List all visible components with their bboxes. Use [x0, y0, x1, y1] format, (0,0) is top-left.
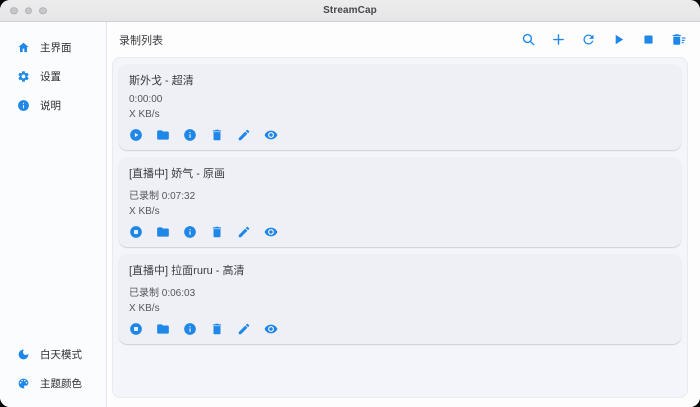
sidebar-item-main[interactable]: 主界面: [0, 33, 106, 62]
preview-button[interactable]: [264, 225, 278, 239]
sidebar-item-label: 设置: [40, 71, 61, 83]
info-circle-icon: [184, 129, 196, 141]
info-button[interactable]: [183, 225, 197, 239]
main-header: 录制列表: [107, 22, 700, 57]
traffic-lights: [10, 6, 47, 15]
recording-card: [直播中] 拉面ruru - 高清 已录制 0:06:03 X KB/s: [119, 254, 681, 344]
folder-icon: [157, 324, 169, 334]
search-button[interactable]: [521, 32, 536, 47]
stop-circle-icon: [130, 323, 142, 335]
sidebar-top: 主界面 设置 说明: [0, 33, 106, 120]
stop-record-button[interactable]: [129, 322, 143, 336]
page-title: 录制列表: [119, 34, 163, 47]
info-circle-icon: [184, 323, 196, 335]
card-actions: [129, 128, 671, 142]
app-window: StreamCap 主界面 设置 说明 白天模式 主题颜色 录制列表 斯外戈 -…: [0, 0, 700, 407]
card-actions: [129, 225, 671, 239]
sidebar: 主界面 设置 说明 白天模式 主题颜色: [0, 22, 107, 407]
card-title: [直播中] 拉面ruru - 高清: [129, 265, 245, 277]
sidebar-bottom: 白天模式 主题颜色: [0, 340, 106, 398]
minimize-button[interactable]: [24, 6, 32, 15]
card-speed: X KB/s: [129, 206, 160, 217]
card-title: 斯外戈 - 超清: [129, 75, 194, 87]
eye-icon: [264, 130, 278, 140]
card-speed: X KB/s: [129, 109, 160, 120]
stop-icon: [644, 35, 653, 44]
eye-icon: [264, 227, 278, 237]
refresh-icon: [583, 34, 594, 45]
card-speed: X KB/s: [129, 303, 160, 314]
folder-icon: [157, 227, 169, 237]
info-circle-icon: [184, 226, 196, 238]
edit-button[interactable]: [237, 128, 251, 142]
edit-button[interactable]: [237, 225, 251, 239]
edit-button[interactable]: [237, 322, 251, 336]
trash-icon: [212, 226, 222, 238]
moon-icon: [18, 349, 29, 360]
stop-all-button[interactable]: [641, 32, 656, 47]
recording-list-panel: 斯外戈 - 超清 0:00:00 X KB/s [直播中] 娇气 - 原画 已录…: [112, 57, 688, 398]
sidebar-item-label: 说明: [40, 100, 61, 112]
zoom-button[interactable]: [39, 6, 47, 15]
batch-delete-icon: [672, 34, 686, 45]
recording-card: [直播中] 娇气 - 原画 已录制 0:07:32 X KB/s: [119, 157, 681, 247]
toolbar: [521, 32, 686, 47]
info-icon: [18, 100, 29, 111]
sidebar-item-day-mode[interactable]: 白天模式: [0, 340, 106, 369]
close-button[interactable]: [10, 6, 18, 15]
app-body: 主界面 设置 说明 白天模式 主题颜色 录制列表 斯外戈 - 超清 0:00:0…: [0, 22, 700, 407]
preview-button[interactable]: [264, 322, 278, 336]
info-button[interactable]: [183, 322, 197, 336]
preview-button[interactable]: [264, 128, 278, 142]
recording-card: 斯外戈 - 超清 0:00:00 X KB/s: [119, 64, 681, 150]
trash-icon: [212, 323, 222, 335]
stop-circle-icon: [130, 226, 142, 238]
sidebar-item-label: 白天模式: [40, 349, 82, 361]
sidebar-item-theme-color[interactable]: 主题颜色: [0, 369, 106, 398]
delete-button[interactable]: [210, 225, 224, 239]
pencil-icon: [238, 129, 250, 141]
pencil-icon: [238, 323, 250, 335]
eye-icon: [264, 324, 278, 334]
refresh-button[interactable]: [581, 32, 596, 47]
sidebar-item-label: 主题颜色: [40, 378, 82, 390]
info-button[interactable]: [183, 128, 197, 142]
home-icon: [18, 42, 29, 53]
card-duration: 0:00:00: [129, 94, 163, 105]
play-icon: [615, 34, 624, 45]
gear-icon: [18, 71, 29, 82]
delete-button[interactable]: [210, 322, 224, 336]
open-folder-button[interactable]: [156, 322, 170, 336]
stop-record-button[interactable]: [129, 225, 143, 239]
trash-icon: [212, 129, 222, 141]
open-folder-button[interactable]: [156, 128, 170, 142]
delete-button[interactable]: [210, 128, 224, 142]
titlebar: StreamCap: [0, 0, 700, 22]
card-duration: 已录制 0:06:03: [129, 288, 196, 299]
open-folder-button[interactable]: [156, 225, 170, 239]
main-area: 录制列表 斯外戈 - 超清 0:00:00 X KB/s [直播中] 娇气 - …: [107, 22, 700, 407]
sidebar-item-help[interactable]: 说明: [0, 91, 106, 120]
start-all-button[interactable]: [611, 32, 626, 47]
sidebar-item-settings[interactable]: 设置: [0, 62, 106, 91]
batch-delete-button[interactable]: [671, 32, 686, 47]
sidebar-item-label: 主界面: [40, 42, 72, 54]
plus-icon: [553, 34, 564, 45]
card-title: [直播中] 娇气 - 原画: [129, 168, 225, 180]
add-recording-button[interactable]: [551, 32, 566, 47]
window-title: StreamCap: [323, 5, 377, 16]
search-icon: [522, 33, 535, 46]
play-circle-icon: [130, 129, 142, 141]
folder-icon: [157, 130, 169, 140]
start-record-button[interactable]: [129, 128, 143, 142]
palette-icon: [18, 378, 29, 389]
card-actions: [129, 322, 671, 336]
card-duration: 已录制 0:07:32: [129, 191, 196, 202]
pencil-icon: [238, 226, 250, 238]
